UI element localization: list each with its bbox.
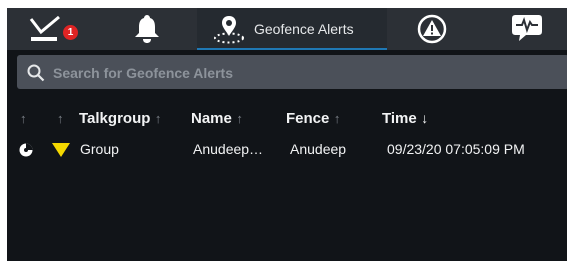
tab-check-alerts[interactable]: 1: [7, 8, 91, 50]
column-label-fence: Fence: [286, 110, 330, 127]
tab-geofence-alerts[interactable]: Geofence Alerts: [197, 8, 387, 50]
column-label-name: Name: [191, 110, 232, 127]
search-icon: [27, 64, 45, 82]
tab-emergency[interactable]: [492, 8, 567, 50]
cell-talkgroup: Group: [80, 141, 119, 157]
checkmark-icon: [29, 16, 60, 41]
geofence-alerts-panel: 1 Geofence Alerts Search for Geofence Al…: [7, 8, 567, 261]
cell-fence: Anudeep: [290, 141, 347, 157]
sort-status-column[interactable]: ↑: [20, 110, 27, 128]
column-header-time[interactable]: Time ↓: [382, 110, 428, 128]
sort-arrow-icon: ↑: [333, 111, 341, 126]
bell-icon: [135, 15, 159, 43]
search-bar: [17, 55, 567, 89]
warning-circle-icon: [417, 14, 447, 44]
cell-name: Anudeep…: [193, 141, 264, 157]
column-header-fence[interactable]: Fence ↑: [286, 110, 340, 128]
cell-time: 09/23/20 07:05:09 PM: [387, 141, 525, 157]
alert-triangle-icon: [52, 143, 70, 157]
heartbeat-message-icon: [512, 15, 542, 41]
sort-arrow-icon: ↑: [154, 111, 162, 126]
column-label-time: Time: [382, 110, 417, 127]
unread-count-badge: 1: [63, 25, 78, 40]
column-header-talkgroup[interactable]: Talkgroup ↑: [79, 110, 161, 128]
search-input[interactable]: [51, 62, 555, 84]
column-header-name[interactable]: Name ↑: [191, 110, 243, 128]
sort-arrow-icon: ↑: [20, 111, 27, 126]
emergency-status-icon: [19, 143, 33, 157]
column-label-talkgroup: Talkgroup: [79, 110, 151, 127]
sort-arrow-icon: ↑: [236, 111, 243, 126]
tab-warnings[interactable]: [402, 8, 462, 50]
geofence-pin-icon: [214, 16, 244, 44]
sort-arrow-icon: ↓: [421, 110, 429, 126]
tab-geofence-alerts-label: Geofence Alerts: [254, 21, 354, 37]
sort-arrow-icon: ↑: [57, 111, 64, 126]
sort-type-column[interactable]: ↑: [57, 110, 64, 128]
tab-bar: 1 Geofence Alerts: [7, 8, 567, 50]
tab-notifications[interactable]: [112, 8, 182, 50]
